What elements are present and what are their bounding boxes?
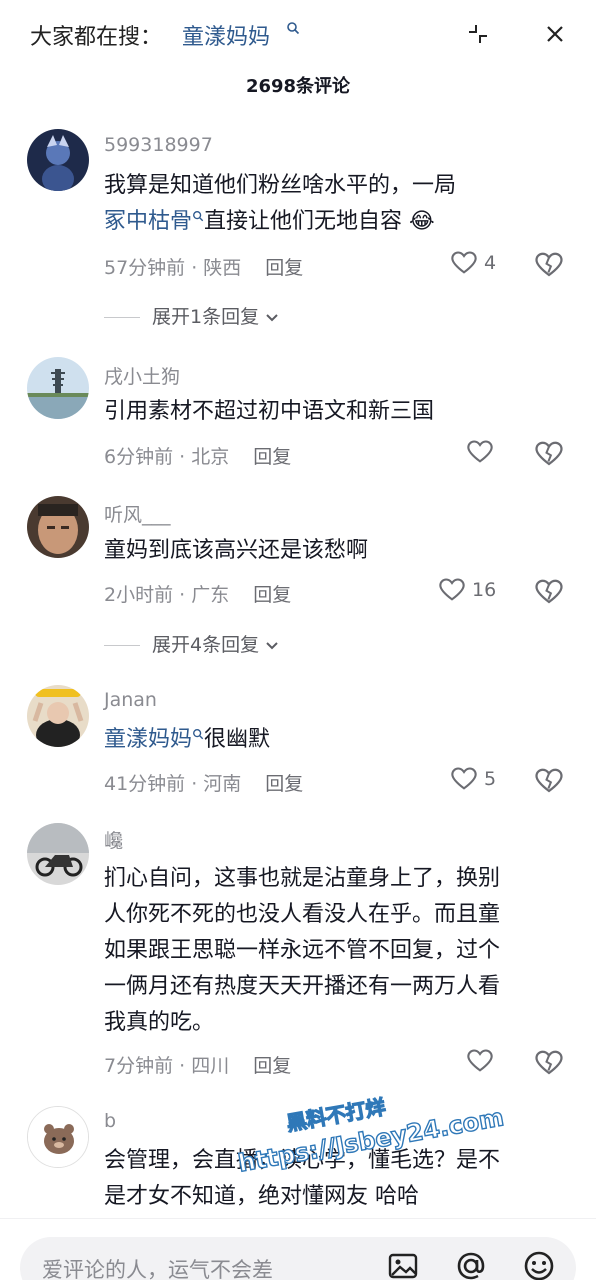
comment-text: 扪心自问，这事也就是沾童身上了，换别 人你死不死的也没人看没人在乎。而且童 如果… <box>104 861 564 1041</box>
search-icon <box>287 22 300 35</box>
image-icon[interactable] <box>386 1249 420 1280</box>
comment-text-line: 很幽默 <box>204 727 271 752</box>
reply-button[interactable]: 回复 <box>253 446 291 468</box>
avatar[interactable] <box>27 357 89 419</box>
avatar[interactable] <box>27 129 89 191</box>
comment-username[interactable]: 599318997 <box>104 134 213 156</box>
search-icon <box>193 729 204 740</box>
comment-text-line: 一俩月还有热度天天开播还有一两万人看 <box>104 974 501 999</box>
comment-time-location: 7分钟前 · 四川 <box>104 1055 230 1077</box>
broken-heart-icon[interactable] <box>534 1048 564 1078</box>
heart-icon <box>467 440 493 463</box>
comment-username[interactable]: Janan <box>104 689 157 711</box>
comment-time-location: 57分钟前 · 陕西 <box>104 257 242 279</box>
comment-time-location: 41分钟前 · 河南 <box>104 773 242 795</box>
comment-search-link[interactable]: 童漾妈妈 <box>104 727 192 752</box>
comment-text-line: 我真的吃。 <box>104 1010 215 1035</box>
comment-count: 2698条评论 <box>245 76 351 97</box>
divider <box>104 645 140 646</box>
expand-replies[interactable]: 展开4条回复 <box>104 630 281 657</box>
comment-text: 童漾妈妈 很幽默 <box>104 722 564 758</box>
expand-replies-label: 展开1条回复 <box>152 306 260 328</box>
comment-time-location: 6分钟前 · 北京 <box>104 446 230 468</box>
reply-button[interactable]: 回复 <box>265 773 303 795</box>
comment-meta: 41分钟前 · 河南 回复 <box>104 769 303 796</box>
chevron-down-icon <box>266 641 278 649</box>
comment-search-link[interactable]: 冢中枯骨 <box>104 209 192 234</box>
comment-meta: 57分钟前 · 陕西 回复 <box>104 253 303 280</box>
comment-text: 童妈到底该高兴还是该愁啊 <box>104 538 369 563</box>
comment-text-line: 直接让他们无地自容 <box>204 209 403 234</box>
search-suggestion-prefix: 大家都在搜： <box>30 25 163 50</box>
chevron-down-icon <box>266 313 278 321</box>
comment-text-line: 是才女不知道，绝对懂网友 哈哈 <box>104 1184 419 1209</box>
comment-text-line: 人你死不死的也没人看没人在乎。而且童 <box>104 902 501 927</box>
avatar[interactable] <box>27 823 89 885</box>
heart-icon <box>467 1049 493 1072</box>
collapse-icon[interactable] <box>466 22 490 46</box>
comment-text-line: 扪心自问，这事也就是沾童身上了，换别 <box>104 866 501 891</box>
like-count: 4 <box>484 252 497 274</box>
close-icon[interactable] <box>543 22 567 46</box>
reply-button[interactable]: 回复 <box>265 257 303 279</box>
comment-time-location: 2小时前 · 广东 <box>104 584 230 606</box>
avatar[interactable] <box>27 685 89 747</box>
like-count: 5 <box>484 768 497 790</box>
avatar[interactable] <box>27 1106 89 1168</box>
comment-username[interactable]: 戌小土狗 <box>104 362 180 389</box>
avatar[interactable] <box>27 496 89 558</box>
comment-text: 我算是知道他们粉丝啥水平的，一局 冢中枯骨 直接让他们无地自容 😂 <box>104 168 564 240</box>
top-bar: 大家都在搜： 童漾妈妈 <box>0 0 596 68</box>
like-button[interactable]: 5 <box>450 765 510 795</box>
comment-input[interactable]: 爱评论的人，运气不会差 <box>20 1237 576 1280</box>
laughing-emoji: 😂 <box>409 209 435 234</box>
reply-button[interactable]: 回复 <box>253 584 291 606</box>
search-icon <box>193 211 204 222</box>
divider <box>104 317 140 318</box>
search-suggestion-link[interactable]: 童漾妈妈 <box>182 19 270 51</box>
at-icon[interactable] <box>454 1249 488 1280</box>
heart-icon <box>451 767 477 790</box>
broken-heart-icon[interactable] <box>534 577 564 607</box>
emoji-icon[interactable] <box>522 1249 556 1280</box>
heart-icon <box>439 578 465 601</box>
like-button[interactable] <box>466 1047 526 1077</box>
comment-text-line: 我算是知道他们粉丝啥水平的，一局 <box>104 173 457 198</box>
comment-username[interactable]: 听风___ <box>104 500 171 527</box>
broken-heart-icon[interactable] <box>534 250 564 280</box>
like-button[interactable]: 4 <box>450 249 510 279</box>
comment-input-bar: 爱评论的人，运气不会差 <box>0 1218 596 1280</box>
comment-username[interactable]: b <box>104 1110 116 1132</box>
comment-meta: 7分钟前 · 四川 回复 <box>104 1051 291 1078</box>
expand-replies-label: 展开4条回复 <box>152 634 260 656</box>
comment-meta: 2小时前 · 广东 回复 <box>104 580 291 607</box>
like-count: 16 <box>472 579 497 601</box>
reply-button[interactable]: 回复 <box>253 1055 291 1077</box>
comment-input-placeholder: 爱评论的人，运气不会差 <box>42 1258 273 1280</box>
broken-heart-icon[interactable] <box>534 439 564 469</box>
like-button[interactable] <box>466 438 526 468</box>
comment-username[interactable]: 巉 <box>104 826 123 853</box>
broken-heart-icon[interactable] <box>534 766 564 796</box>
like-button[interactable]: 16 <box>438 576 498 606</box>
heart-icon <box>451 251 477 274</box>
expand-replies[interactable]: 展开1条回复 <box>104 302 281 329</box>
comment-meta: 6分钟前 · 北京 回复 <box>104 442 291 469</box>
comment-text: 引用素材不超过初中语文和新三国 <box>104 399 435 424</box>
comment-text-line: 如果跟王思聪一样永远不管不回复，过个 <box>104 938 501 963</box>
